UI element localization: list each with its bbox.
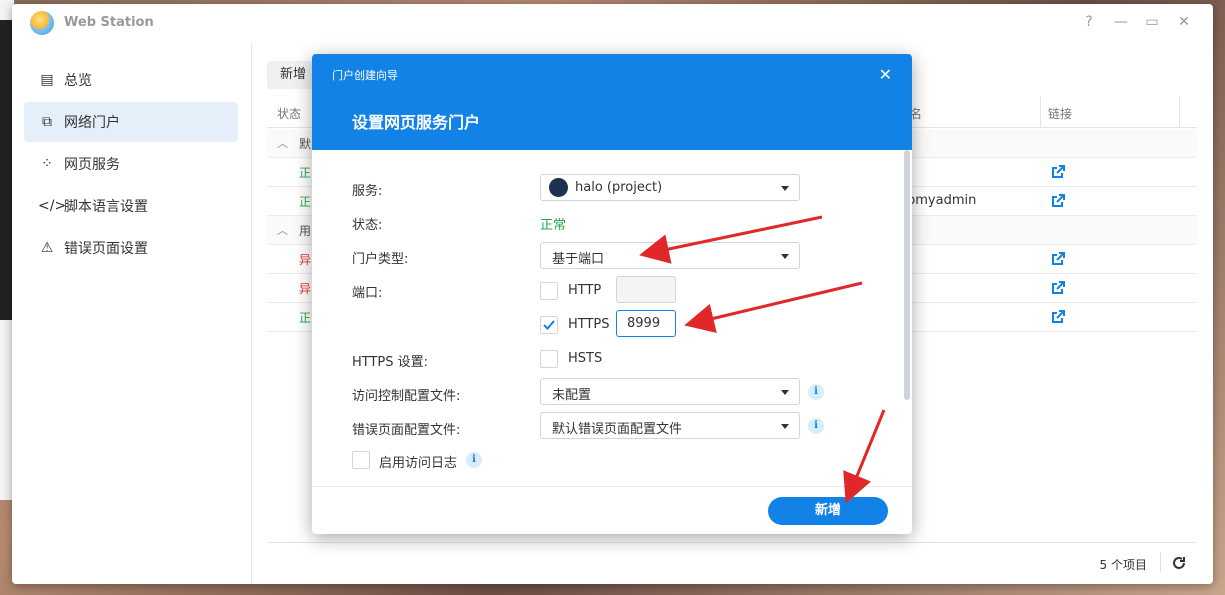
dialog-footer: 新增 <box>312 486 912 534</box>
group-label: 默 <box>299 137 312 151</box>
sidebar-item-overview[interactable]: ▤ 总览 <box>24 60 238 100</box>
halo-project-icon <box>549 178 568 197</box>
https-settings-label: HTTPS 设置: <box>352 355 429 370</box>
sidebar-item-error-page[interactable]: ⚠ 错误页面设置 <box>24 228 238 268</box>
sidebar-item-script-language[interactable]: </> 脚本语言设置 <box>24 186 238 226</box>
external-link-icon[interactable] <box>1050 251 1066 267</box>
service-select[interactable]: halo (project) <box>540 174 800 201</box>
status-text: 异 <box>299 282 312 296</box>
error-page-select[interactable]: 默认错误页面配置文件 <box>540 412 800 439</box>
dialog-small-title: 门户创建向导 <box>332 69 398 82</box>
maximize-icon[interactable]: ▭ <box>1144 14 1160 30</box>
sidebar-item-label: 总览 <box>64 73 92 89</box>
column-status[interactable]: 状态 <box>277 105 301 122</box>
hsts-checkbox[interactable] <box>540 350 558 368</box>
sidebar-item-web-portal[interactable]: ⧉ 网络门户 <box>24 102 238 142</box>
dialog-title: 设置网页服务门户 <box>352 113 481 132</box>
help-icon[interactable]: ? <box>1081 14 1097 30</box>
chevron-down-icon <box>781 186 789 191</box>
access-control-select[interactable]: 未配置 <box>540 378 800 405</box>
chevron-down-icon <box>781 390 789 395</box>
https-label: HTTPS <box>568 317 610 332</box>
status-label: 状态: <box>352 218 383 233</box>
close-window-icon[interactable]: ✕ <box>1176 14 1192 30</box>
portal-type-value: 基于端口 <box>552 252 605 267</box>
item-count: 5 个项目 <box>1099 558 1147 572</box>
portal-name: pmyadmin <box>907 193 977 208</box>
dialog-header: 门户创建向导 ✕ 设置网页服务门户 <box>312 54 912 150</box>
column-divider <box>1040 96 1041 127</box>
error-page-icon: ⚠ <box>40 240 54 256</box>
chevron-down-icon <box>781 424 789 429</box>
http-label: HTTP <box>568 283 602 298</box>
titlebar: Web Station ? — ▭ ✕ <box>12 4 1213 42</box>
code-icon: </> <box>38 198 67 214</box>
status-text: 正 <box>299 195 312 209</box>
checkmark-icon <box>543 320 555 330</box>
collapse-icon[interactable]: ︿ <box>277 222 288 238</box>
external-link-icon[interactable] <box>1050 309 1066 325</box>
info-icon[interactable]: i <box>808 418 824 434</box>
error-page-value: 默认错误页面配置文件 <box>552 422 683 437</box>
footer-divider <box>1160 552 1161 572</box>
access-control-value: 未配置 <box>552 388 592 403</box>
status-value: 正常 <box>540 218 567 233</box>
web-station-logo-icon <box>30 11 54 35</box>
http-checkbox[interactable] <box>540 282 558 300</box>
sidebar-item-web-service[interactable]: ⁘ 网页服务 <box>24 144 238 184</box>
external-link-icon[interactable] <box>1050 280 1066 296</box>
close-icon[interactable]: ✕ <box>879 65 892 84</box>
sidebar-item-label: 脚本语言设置 <box>64 199 148 215</box>
create-portal-button[interactable]: 新增 <box>768 497 888 525</box>
service-value: halo (project) <box>575 180 663 195</box>
portal-wizard-dialog: 门户创建向导 ✕ 设置网页服务门户 服务: halo (project) 状态:… <box>312 54 912 534</box>
https-port-input[interactable]: 8999 <box>616 310 676 337</box>
access-log-label: 启用访问日志 <box>379 456 458 471</box>
status-text: 异 <box>299 253 312 267</box>
https-checkbox[interactable] <box>540 316 558 334</box>
access-control-label: 访问控制配置文件: <box>352 389 461 404</box>
external-link-icon[interactable] <box>1050 164 1066 180</box>
app-title: Web Station <box>64 15 154 30</box>
http-port-input[interactable] <box>616 276 676 303</box>
minimize-icon[interactable]: — <box>1113 14 1129 30</box>
https-port-value: 8999 <box>627 316 661 331</box>
info-icon[interactable]: i <box>466 452 482 468</box>
chevron-down-icon <box>781 254 789 259</box>
error-page-label: 错误页面配置文件: <box>352 423 461 438</box>
refresh-icon[interactable] <box>1171 555 1187 571</box>
sidebar: ▤ 总览 ⧉ 网络门户 ⁘ 网页服务 </> 脚本语言设置 ⚠ 错误页面设置 <box>12 44 252 584</box>
portal-type-select[interactable]: 基于端口 <box>540 242 800 269</box>
status-text: 正 <box>299 311 312 325</box>
sidebar-item-label: 网络门户 <box>64 115 120 131</box>
column-divider <box>1179 96 1180 127</box>
sidebar-item-label: 网页服务 <box>64 157 120 173</box>
dialog-scrollbar[interactable] <box>904 150 910 400</box>
access-log-checkbox[interactable] <box>352 451 370 469</box>
status-text: 正 <box>299 166 312 180</box>
info-icon[interactable]: i <box>808 384 824 400</box>
group-label: 用 <box>299 224 312 238</box>
collapse-icon[interactable]: ︿ <box>277 135 288 151</box>
web-service-icon: ⁘ <box>41 156 53 172</box>
column-link[interactable]: 链接 <box>1048 105 1072 122</box>
hsts-label: HSTS <box>568 351 603 366</box>
overview-icon: ▤ <box>40 72 54 88</box>
table-footer: 5 个项目 <box>267 542 1197 582</box>
portal-type-label: 门户类型: <box>352 252 409 267</box>
external-link-icon[interactable] <box>1050 193 1066 209</box>
port-label: 端口: <box>352 286 383 301</box>
service-label: 服务: <box>352 184 383 199</box>
sidebar-item-label: 错误页面设置 <box>64 241 148 257</box>
portal-icon: ⧉ <box>42 114 52 130</box>
